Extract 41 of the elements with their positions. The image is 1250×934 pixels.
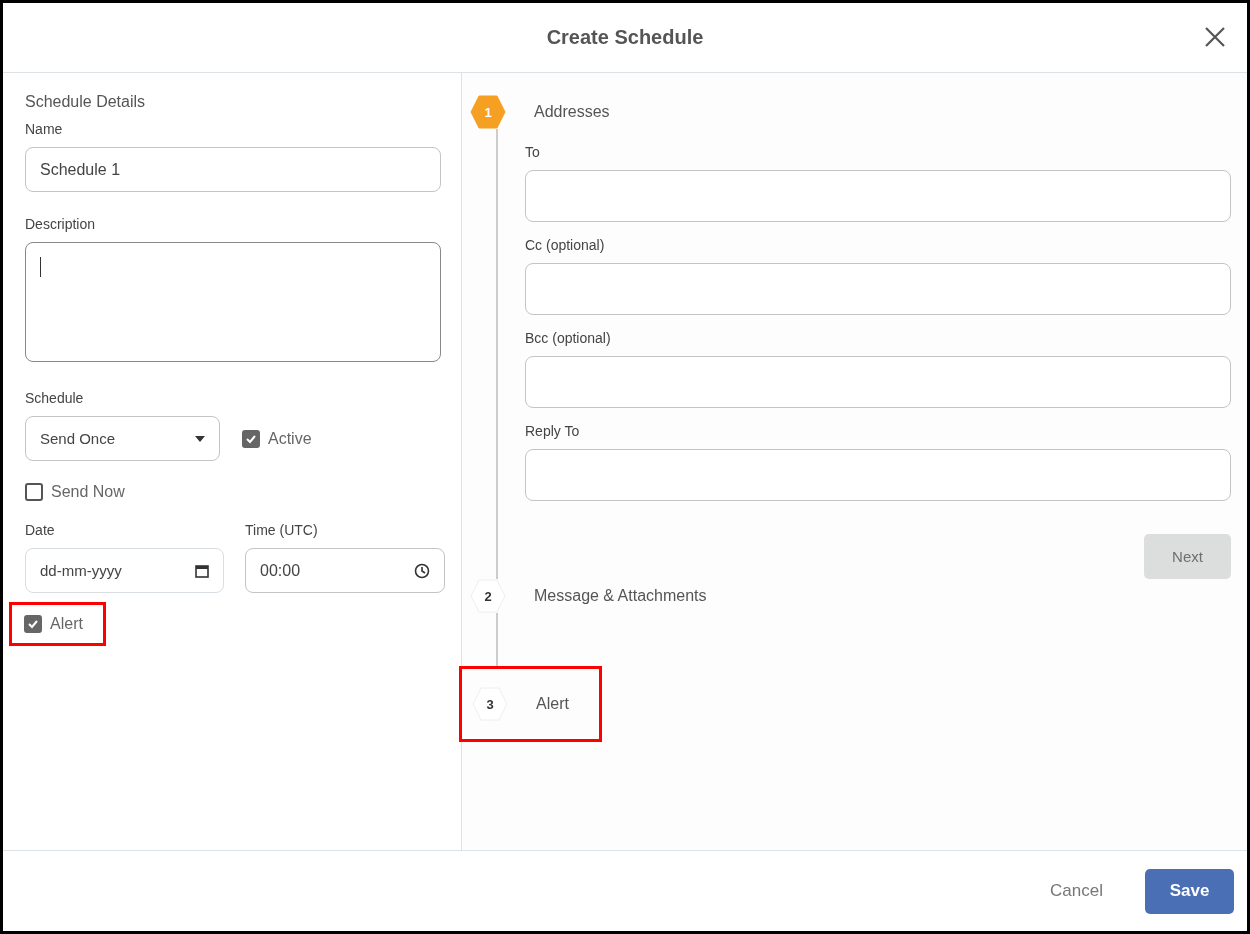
checkbox[interactable]: Send Now — [25, 479, 125, 505]
time-field[interactable]: 00:00 — [245, 548, 445, 593]
cancel-button[interactable]: Cancel — [1044, 880, 1109, 902]
checkbox-label: Send Now — [51, 483, 125, 501]
field-label: Schedule — [25, 390, 84, 406]
caret-icon — [195, 435, 205, 442]
field-label: Cc (optional) — [525, 237, 605, 253]
step-number-icon: 3 — [472, 687, 508, 721]
address-field[interactable] — [525, 356, 1231, 408]
address-field[interactable] — [525, 263, 1231, 315]
step-header[interactable]: 2 Message & Attachments — [470, 579, 1231, 613]
field-label: Bcc (optional) — [525, 330, 611, 346]
step-number-icon: 1 — [470, 95, 506, 129]
step-number-icon: 2 — [470, 579, 506, 613]
dialog-title: Create Schedule — [546, 26, 704, 49]
checkbox-label: Active — [268, 429, 312, 448]
step-header[interactable]: 1 Addresses — [470, 95, 1231, 129]
calendar-icon[interactable] — [195, 563, 209, 578]
checkbox-icon[interactable] — [24, 615, 42, 633]
description-field[interactable] — [25, 242, 441, 362]
checkbox[interactable]: Active — [242, 425, 312, 452]
save-button[interactable]: Save — [1145, 868, 1234, 914]
checkbox-label: Alert — [50, 615, 83, 633]
field-label: Description — [25, 216, 96, 232]
name-field[interactable]: Schedule 1 — [25, 147, 441, 192]
section-heading: Schedule Details — [25, 93, 146, 111]
clock-icon[interactable] — [414, 562, 430, 579]
field-label: Date — [25, 522, 55, 538]
checkbox-icon[interactable] — [242, 429, 260, 448]
address-field[interactable] — [525, 170, 1231, 222]
field-label: Time (UTC) — [245, 522, 318, 538]
close-icon[interactable] — [1203, 25, 1227, 49]
field-label: Name — [25, 121, 63, 137]
date-field[interactable]: dd-mm-yyyy — [25, 548, 224, 593]
field-label: To — [525, 144, 540, 160]
checkbox-icon[interactable] — [25, 483, 43, 501]
schedule-dropdown[interactable]: Send Once — [25, 416, 220, 461]
step-header[interactable]: 3 Alert — [462, 669, 599, 739]
text-cursor — [40, 257, 41, 277]
field-label: Reply To — [525, 423, 580, 439]
address-field[interactable] — [525, 449, 1231, 501]
